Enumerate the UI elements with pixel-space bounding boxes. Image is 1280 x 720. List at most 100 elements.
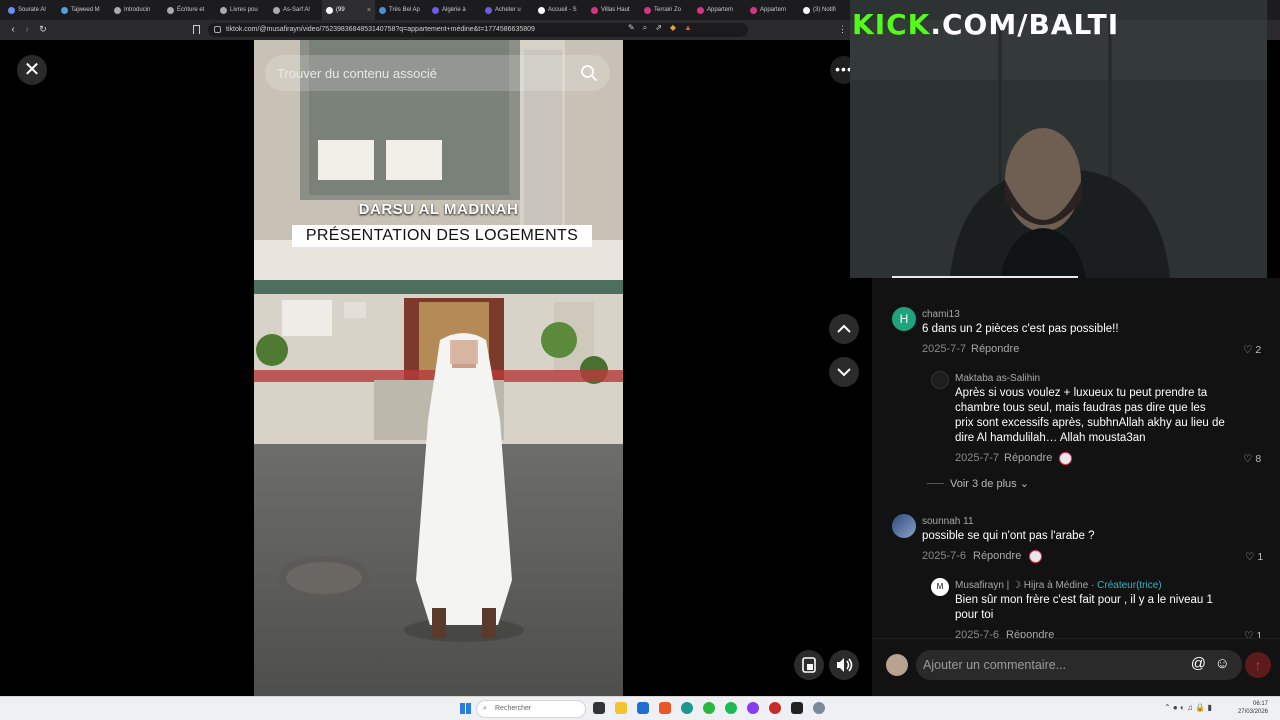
- share-icon[interactable]: ⇗: [655, 23, 662, 33]
- related-content-search[interactable]: Trouver du contenu associé: [265, 55, 610, 91]
- extension-icon[interactable]: ◆: [670, 23, 676, 33]
- browser-tab[interactable]: (99 ×: [322, 0, 375, 20]
- tab-favicon-icon: [750, 6, 757, 14]
- brave-icon[interactable]: [659, 702, 671, 714]
- video-overlay-title: DARSU AL MADINAH: [358, 201, 519, 218]
- system-tray[interactable]: ⌃ ● ◐ ♫ 🔒 ▮: [1164, 703, 1212, 712]
- video-player[interactable]: Trouver du contenu associé DARSU AL MADI…: [254, 40, 623, 696]
- reload-icon[interactable]: ↻: [36, 24, 50, 35]
- browser-tab[interactable]: Accueil - S: [534, 0, 587, 20]
- spotify-icon[interactable]: [725, 702, 737, 714]
- browser-tab[interactable]: Tajweed M: [57, 0, 110, 20]
- search-icon: ⌕: [483, 705, 487, 712]
- app2-icon[interactable]: [769, 702, 781, 714]
- previous-video-button[interactable]: [829, 314, 859, 344]
- avatar-letter: M: [936, 582, 944, 591]
- comment-username[interactable]: chami13: [922, 309, 960, 320]
- comment-date: 2025-7-6: [922, 550, 967, 562]
- file-explorer-icon[interactable]: [615, 702, 627, 714]
- tab-favicon-icon: [61, 6, 68, 14]
- volume-button[interactable]: [829, 650, 859, 680]
- start-icon[interactable]: [460, 703, 471, 714]
- tab-label: Livres pou: [230, 7, 258, 13]
- creator-liked-badge: [1059, 452, 1072, 465]
- browser-tab[interactable]: Très Bel Ap: [375, 0, 428, 20]
- avatar[interactable]: H: [892, 307, 916, 331]
- browser-tab[interactable]: Appartem: [746, 0, 799, 20]
- notion-icon[interactable]: [791, 702, 803, 714]
- close-button[interactable]: ✕: [17, 55, 47, 85]
- store-icon[interactable]: [637, 702, 649, 714]
- avatar[interactable]: M: [931, 578, 949, 596]
- translate-icon[interactable]: ✎: [628, 23, 635, 33]
- chevron-down-icon: ⌄: [1019, 478, 1029, 490]
- menu-icon[interactable]: ⋮: [838, 24, 847, 35]
- tab-label: Appartem: [707, 7, 734, 13]
- reply-button[interactable]: Répondre: [1006, 629, 1054, 638]
- comment-username[interactable]: Maktaba as-Salihin: [955, 373, 1040, 384]
- mention-icon[interactable]: @: [1191, 655, 1206, 672]
- streamer-webcam: [850, 0, 1267, 278]
- browser-tab[interactable]: As-Sarf Al: [269, 0, 322, 20]
- tab-favicon-icon: [8, 6, 15, 14]
- messenger-icon[interactable]: [747, 702, 759, 714]
- browser-tab[interactable]: Villas Haut: [587, 0, 640, 20]
- browser-tab[interactable]: Livres pou: [216, 0, 269, 20]
- next-video-button[interactable]: [829, 357, 859, 387]
- whatsapp-icon[interactable]: [703, 702, 715, 714]
- bookmark-icon[interactable]: [193, 25, 200, 34]
- site-info-icon[interactable]: [214, 26, 221, 33]
- view-more-replies[interactable]: Voir 3 de plus ⌄: [950, 477, 1029, 490]
- reply-button[interactable]: Répondre: [973, 550, 1021, 562]
- browser-tab[interactable]: Sourate Al: [4, 0, 57, 20]
- browser-tab[interactable]: Écriture et: [163, 0, 216, 20]
- taskbar-search[interactable]: ⌕ Rechercher: [476, 700, 586, 718]
- brave-shield-icon[interactable]: ▲: [684, 23, 692, 33]
- pip-button[interactable]: [794, 650, 824, 680]
- comment-username[interactable]: Musafirayn | ☽ Hijra à Médine · Créateur…: [955, 580, 1162, 591]
- comments-panel: [872, 278, 1280, 696]
- tab-label: (99: [336, 7, 345, 13]
- kick-channel-name: .COM/BALTI: [930, 8, 1120, 41]
- browser-tab[interactable]: Algérie à: [428, 0, 481, 20]
- emoji-icon[interactable]: ☺: [1215, 655, 1230, 672]
- like-button[interactable]: ♡ 1: [1245, 551, 1263, 563]
- add-comment-placeholder: Ajouter un commentaire...: [923, 658, 1067, 672]
- like-button[interactable]: ♡ 8: [1243, 453, 1261, 465]
- chevron-up-icon: [837, 324, 851, 333]
- tab-favicon-icon: [485, 6, 492, 14]
- reply-button[interactable]: Répondre: [971, 343, 1019, 355]
- avatar[interactable]: [892, 514, 916, 538]
- creator-liked-badge: [1029, 550, 1042, 563]
- browser-tab[interactable]: Terrain Zo: [640, 0, 693, 20]
- task-view-icon[interactable]: [593, 702, 605, 714]
- app-icon[interactable]: [681, 702, 693, 714]
- comment-username[interactable]: sounnah 11: [922, 516, 974, 527]
- zoom-icon[interactable]: ⌕: [643, 23, 647, 33]
- send-comment-button[interactable]: ↑: [1245, 652, 1271, 678]
- avatar[interactable]: [931, 371, 949, 389]
- add-comment-input[interactable]: Ajouter un commentaire... @ ☺: [916, 650, 1242, 680]
- browser-tab[interactable]: Appartem: [693, 0, 746, 20]
- search-icon[interactable]: [580, 64, 598, 82]
- browser-tab[interactable]: (3) Notifi: [799, 0, 852, 20]
- clock-time: 06:17: [1252, 701, 1268, 707]
- comment-line: prix sont excessifs après, subhnAllah ak…: [955, 417, 1225, 429]
- heart-icon: ♡: [1243, 344, 1253, 356]
- tab-close-icon[interactable]: ×: [367, 7, 371, 14]
- taskbar-clock[interactable]: 06:17 27/03/2026: [1238, 700, 1268, 716]
- like-count: 8: [1255, 453, 1262, 465]
- settings-icon[interactable]: [813, 702, 825, 714]
- tab-favicon-icon: [697, 6, 704, 14]
- like-button[interactable]: ♡ 1: [1244, 630, 1262, 638]
- tab-label: Appartem: [760, 7, 787, 13]
- back-icon[interactable]: ‹: [6, 24, 20, 35]
- reply-button[interactable]: Répondre: [1004, 452, 1052, 464]
- like-button[interactable]: ♡ 2: [1243, 344, 1261, 356]
- browser-tab[interactable]: Acheter u: [481, 0, 534, 20]
- browser-tab[interactable]: Introducin: [110, 0, 163, 20]
- forward-icon[interactable]: ›: [20, 24, 34, 35]
- close-icon: ✕: [23, 59, 41, 81]
- tab-label: Écriture et: [177, 7, 205, 13]
- video-overlay-subtitle: PRÉSENTATION DES LOGEMENTS: [292, 225, 592, 247]
